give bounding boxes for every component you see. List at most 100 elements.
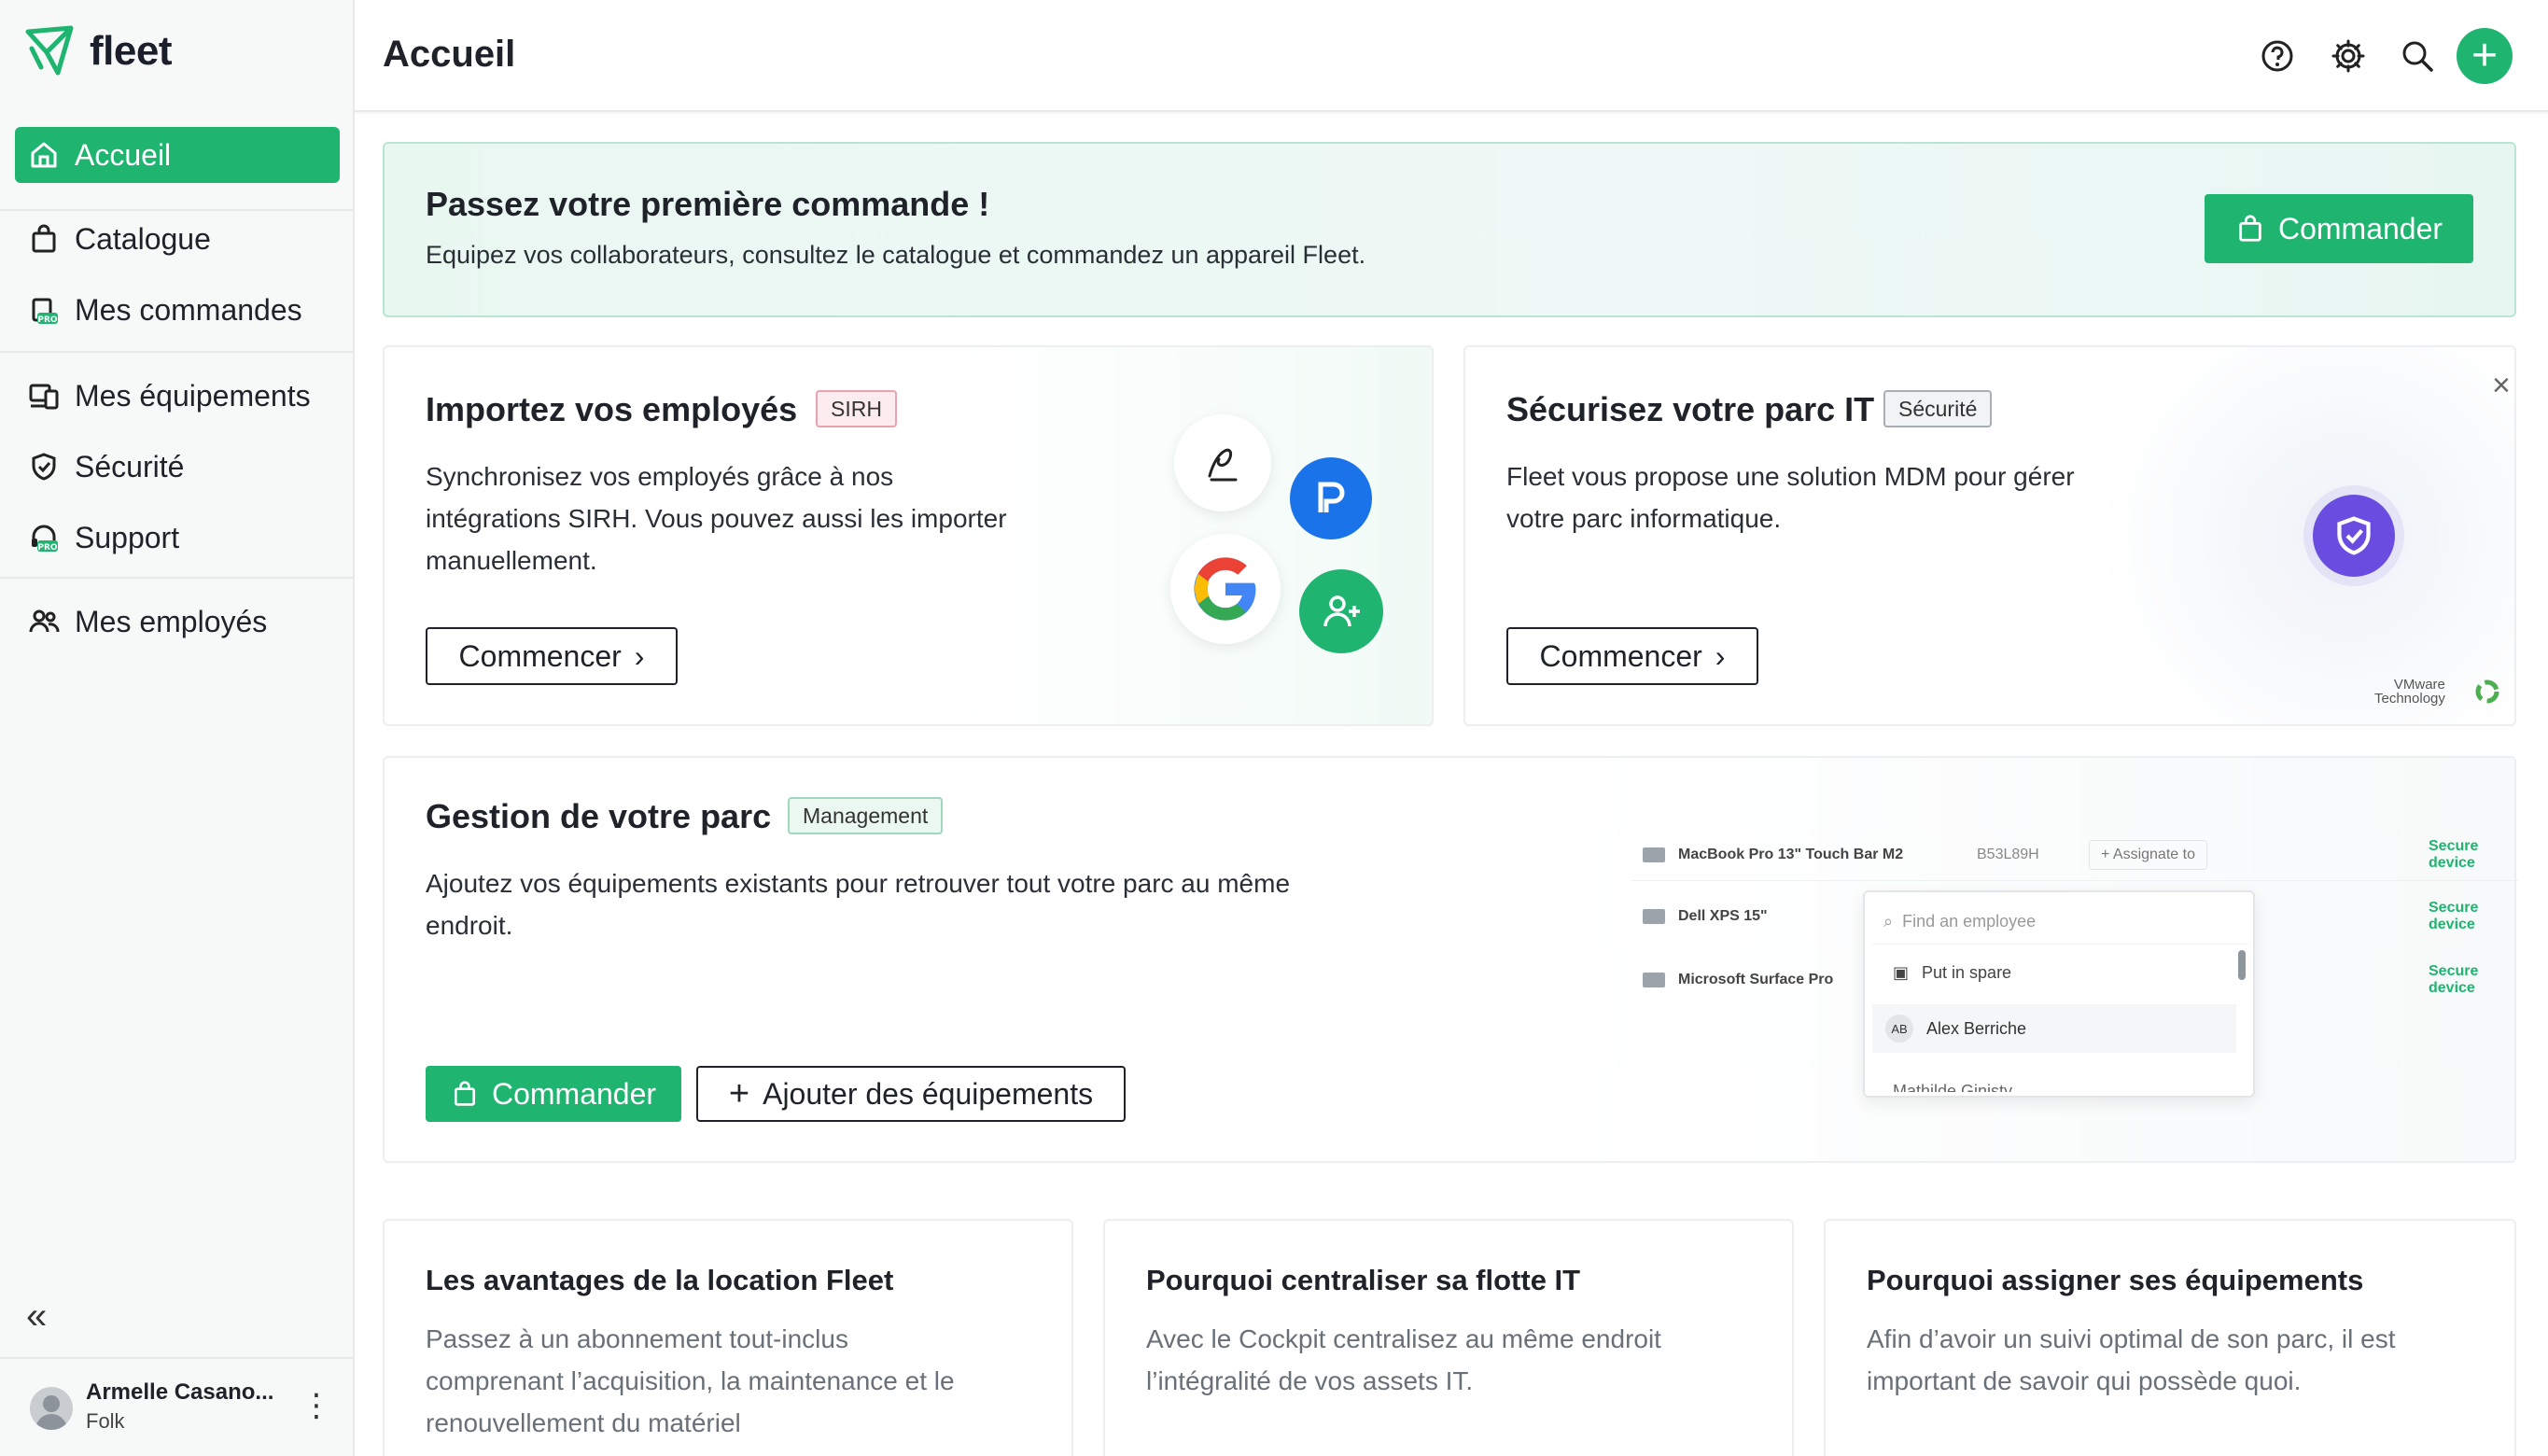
main-content: Passez votre première commande ! Equipez… bbox=[355, 114, 2548, 1456]
mock-device-row: MacBook Pro 13" Touch Bar M2 B53L89H + A… bbox=[1631, 829, 2518, 881]
devices-icon bbox=[29, 384, 59, 410]
mock-device-status: Secure device bbox=[2429, 837, 2479, 871]
help-icon[interactable] bbox=[2259, 37, 2296, 75]
sidebar-item-securite[interactable]: Sécurité bbox=[15, 439, 340, 495]
signature-integration-icon bbox=[1174, 414, 1271, 511]
description-line: Synchronisez vos employés grâce à nos bbox=[426, 462, 894, 491]
sidebar: fleet Accueil Catalogue PRO Mes commande… bbox=[0, 0, 355, 1456]
close-icon[interactable]: × bbox=[2492, 368, 2511, 404]
banner-order-button[interactable]: Commander bbox=[2205, 194, 2473, 263]
description-line: renouvellement du matériel bbox=[426, 1408, 741, 1437]
chevron-right-icon: › bbox=[1715, 638, 1726, 673]
card-description: Ajoutez vos équipements existants pour r… bbox=[426, 862, 1290, 946]
gear-icon[interactable] bbox=[2330, 37, 2367, 75]
description-line: votre parc informatique. bbox=[1506, 504, 1782, 533]
mock-option: AB Alex Berriche bbox=[1872, 1004, 2236, 1053]
article-card[interactable]: Pourquoi assigner ses équipements Afin d… bbox=[1824, 1219, 2516, 1456]
banner-description: Equipez vos collaborateurs, consultez le… bbox=[426, 241, 1366, 269]
sidebar-item-mes-commandes[interactable]: PRO Mes commandes bbox=[15, 282, 340, 338]
more-vertical-icon[interactable]: ⋮ bbox=[301, 1387, 332, 1424]
article-title: Pourquoi centraliser sa flotte IT bbox=[1146, 1264, 1581, 1296]
mock-device-status: Secure device bbox=[2429, 900, 2479, 932]
laptop-icon bbox=[1643, 847, 1665, 862]
card-title: Gestion de votre parc bbox=[426, 797, 772, 835]
description-line: important de savoir qui possède quoi. bbox=[1867, 1366, 2302, 1395]
description-line: endroit. bbox=[426, 911, 513, 940]
sidebar-item-label: Accueil bbox=[75, 137, 172, 172]
sidebar-item-mes-employes[interactable]: Mes employés bbox=[15, 594, 340, 650]
shopping-bag-icon bbox=[454, 1081, 475, 1106]
description-line: Ajoutez vos équipements existants pour r… bbox=[426, 869, 1291, 898]
sidebar-item-label: Mes commandes bbox=[75, 292, 302, 327]
search-icon[interactable] bbox=[2399, 37, 2436, 75]
app-name: fleet bbox=[90, 28, 172, 74]
secure-it-card: Sécurisez votre parc IT Sécurité Fleet v… bbox=[1463, 345, 2516, 726]
card-title: Importez vos employés bbox=[426, 390, 798, 428]
user-company: Folk bbox=[86, 1409, 125, 1433]
mock-employee-dropdown: ⌕ Find an employee ▣ Put in spare AB Ale… bbox=[1863, 890, 2255, 1098]
article-card[interactable]: Pourquoi centraliser sa flotte IT Avec l… bbox=[1103, 1219, 1794, 1456]
sidebar-item-accueil[interactable]: Accueil bbox=[15, 127, 340, 183]
description-line: Afin d’avoir un suivi optimal de son par… bbox=[1867, 1324, 2396, 1353]
security-start-button[interactable]: Commencer › bbox=[1506, 627, 1758, 685]
description-line: Fleet vous propose une solution MDM pour… bbox=[1506, 462, 2075, 491]
add-equipment-button[interactable]: + Ajouter des équipements bbox=[696, 1066, 1126, 1122]
page-title: Accueil bbox=[383, 34, 516, 75]
security-tag: Sécurité bbox=[1883, 390, 1993, 427]
orders-pro-icon: PRO bbox=[32, 298, 58, 325]
fleet-logo-icon bbox=[25, 25, 74, 76]
home-icon bbox=[31, 142, 57, 168]
headset-pro-icon: PRO bbox=[32, 525, 58, 553]
mock-device-status: Secure device bbox=[2429, 963, 2479, 996]
description-line: Passez à un abonnement tout-inclus bbox=[426, 1324, 848, 1353]
banner-title: Passez votre première commande ! bbox=[426, 185, 990, 223]
vmware-partner-label: VMware Technology bbox=[2374, 678, 2445, 706]
mock-search-field: ⌕ Find an employee bbox=[1872, 900, 2247, 945]
mock-device-name: MacBook Pro 13" Touch Bar M2 bbox=[1678, 846, 1904, 862]
payfit-integration-icon bbox=[1290, 457, 1372, 539]
mock-option-label: Put in spare bbox=[1922, 962, 2012, 982]
article-title: Les avantages de la location Fleet bbox=[426, 1264, 894, 1296]
sidebar-item-label: Catalogue bbox=[75, 221, 211, 256]
sidebar-item-catalogue[interactable]: Catalogue bbox=[15, 211, 340, 267]
mock-option: ▣ Put in spare bbox=[1872, 950, 2236, 995]
partner-line: Technology bbox=[2374, 691, 2445, 707]
fleet-logo[interactable]: fleet bbox=[22, 24, 172, 78]
shield-icon bbox=[32, 453, 56, 481]
description-line: Avec le Cockpit centralisez au même endr… bbox=[1146, 1324, 1661, 1353]
parc-order-button[interactable]: Commander bbox=[426, 1066, 681, 1122]
mock-assign-button: + Assignate to bbox=[2089, 839, 2207, 870]
collapse-sidebar-icon[interactable]: « bbox=[26, 1295, 47, 1337]
add-button[interactable]: + bbox=[2457, 28, 2513, 84]
chevron-right-icon: › bbox=[634, 638, 645, 673]
shield-check-icon bbox=[2313, 495, 2395, 577]
vmware-logo-icon bbox=[2475, 679, 2499, 704]
user-profile[interactable]: Armelle Casano... Folk ⋮ bbox=[0, 1357, 353, 1456]
import-employees-card: Importez vos employés SIRH Synchronisez … bbox=[383, 345, 1434, 726]
plus-icon: + bbox=[728, 1073, 750, 1113]
import-start-button[interactable]: Commencer › bbox=[426, 627, 678, 685]
article-card[interactable]: Les avantages de la location Fleet Passe… bbox=[383, 1219, 1073, 1456]
sidebar-item-label: Mes employés bbox=[75, 604, 268, 638]
sidebar-divider bbox=[0, 351, 353, 353]
description-line: intégrations SIRH. Vous pouvez aussi les… bbox=[426, 504, 1007, 533]
app-window: fleet Accueil Catalogue PRO Mes commande… bbox=[0, 0, 2548, 1456]
mock-device-name: Microsoft Surface Pro bbox=[1678, 972, 1834, 987]
add-user-integration-icon bbox=[1299, 569, 1383, 653]
button-label: Commander bbox=[2277, 211, 2443, 245]
svg-text:PRO: PRO bbox=[37, 315, 58, 325]
avatar bbox=[30, 1387, 73, 1430]
mock-device-name: Dell XPS 15" bbox=[1678, 908, 1768, 924]
sidebar-item-label: Sécurité bbox=[75, 449, 185, 483]
button-label: Commencer bbox=[458, 638, 622, 673]
search-icon: ⌕ bbox=[1883, 912, 1894, 931]
sidebar-item-mes-equipements[interactable]: Mes équipements bbox=[15, 368, 340, 424]
button-label: Commander bbox=[491, 1076, 657, 1111]
users-icon bbox=[29, 609, 60, 633]
sidebar-item-support[interactable]: PRO Support bbox=[15, 510, 340, 566]
sirh-tag: SIRH bbox=[816, 390, 897, 427]
mock-search-placeholder: Find an employee bbox=[1902, 912, 2037, 931]
management-tag: Management bbox=[788, 797, 944, 834]
card-description: Fleet vous propose une solution MDM pour… bbox=[1506, 455, 2075, 539]
shopping-bag-icon bbox=[32, 224, 56, 253]
